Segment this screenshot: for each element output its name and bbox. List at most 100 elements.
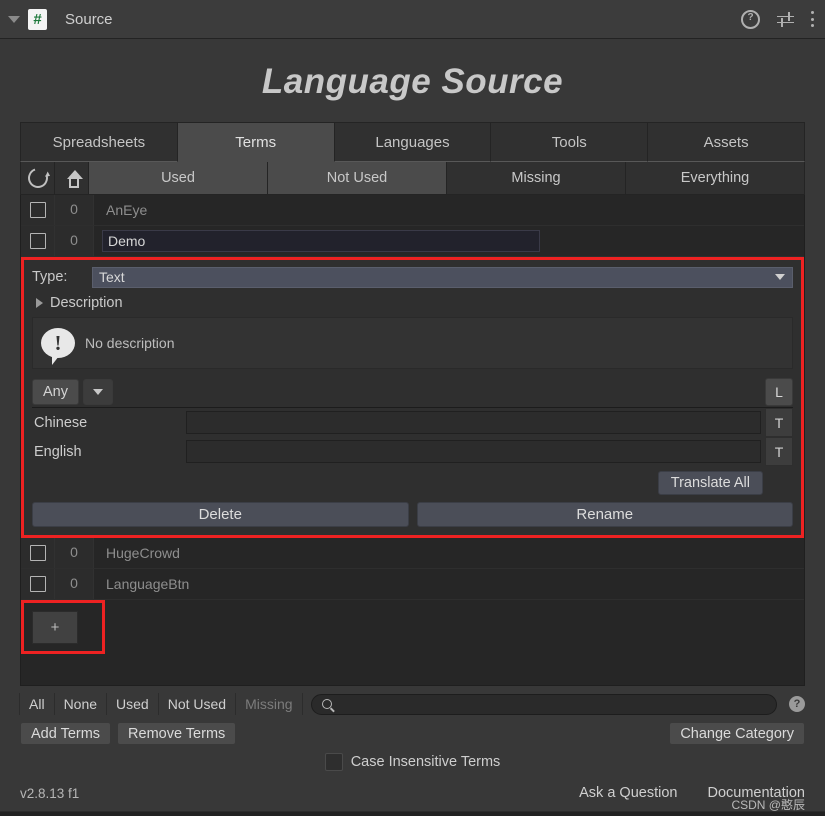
table-row[interactable]: 0 LanguageBtn [21,569,804,600]
translate-button-chinese[interactable]: T [765,408,793,437]
case-insensitive-row[interactable]: Case Insensitive Terms [20,753,805,771]
delete-button[interactable]: Delete [32,502,409,527]
category-any-tab[interactable]: Any [32,379,79,405]
row-checkbox-cell[interactable] [21,195,55,225]
component-foldout-icon[interactable] [8,15,20,23]
help-circle-icon[interactable]: ? [789,696,805,712]
main-tabs: Spreadsheets Terms Languages Tools Asset… [20,122,805,162]
search-icon [321,699,332,709]
row-checkbox[interactable] [29,576,46,592]
remove-terms-button[interactable]: Remove Terms [117,722,237,745]
description-foldout[interactable]: Description [32,293,793,313]
refresh-button[interactable] [21,162,55,194]
terms-list: 0 AnEye 0 Type: Text [20,195,805,686]
search-input[interactable] [310,693,777,715]
tab-languages[interactable]: Languages [333,122,492,162]
select-missing-button[interactable]: Missing [235,693,303,715]
row-term-name[interactable]: AnEye [94,202,804,218]
row-checkbox[interactable] [29,233,46,249]
selection-filter-row: All None Used Not Used Missing ? [19,692,805,716]
detail-action-row: Delete Rename [32,500,793,527]
table-row[interactable]: 0 HugeCrowd [21,538,804,569]
header-icon-group [741,9,815,29]
version-label: v2.8.13 f1 [20,786,80,801]
case-insensitive-label: Case Insensitive Terms [350,754,501,770]
upload-button[interactable] [55,162,89,194]
table-row[interactable]: 0 [21,226,804,257]
row-checkbox-cell[interactable] [21,538,55,568]
term-name-input[interactable] [102,230,540,252]
chevron-down-icon [93,389,103,395]
watermark: CSDN @憨辰 [731,798,805,812]
tab-spreadsheets[interactable]: Spreadsheets [20,122,178,162]
term-type-row: Type: Text [32,266,793,288]
translation-input-chinese[interactable] [186,411,761,434]
table-row[interactable]: 0 AnEye [21,195,804,226]
ask-a-question-link[interactable]: Ask a Question [579,785,677,801]
row-usage-count: 0 [55,538,94,568]
row-checkbox[interactable] [29,545,46,561]
tab-assets[interactable]: Assets [647,122,805,162]
triangle-right-icon [36,298,43,308]
term-detail-panel: Type: Text Description No description An… [21,257,804,538]
translate-all-row: Translate All [32,466,793,500]
case-insensitive-checkbox[interactable] [324,753,343,771]
speech-bubble-exclamation-icon [41,328,75,365]
language-source-inspector: Source Language Source Spreadsheets Term… [0,0,825,816]
select-not-used-button[interactable]: Not Used [157,693,237,715]
component-header: Source [0,0,825,39]
upload-icon [64,169,83,188]
window-bottom-edge [0,811,825,816]
rename-button[interactable]: Rename [416,502,793,527]
tab-terms[interactable]: Terms [176,122,335,162]
translation-input-english[interactable] [186,440,761,463]
filter-not-used[interactable]: Not Used [268,162,447,194]
change-category-button[interactable]: Change Category [669,722,805,745]
row-checkbox-cell[interactable] [21,569,55,599]
add-term-button[interactable]: + [32,610,78,644]
type-dropdown[interactable]: Text [92,266,793,288]
translate-all-button[interactable]: Translate All [657,471,763,495]
tab-tools[interactable]: Tools [490,122,649,162]
language-name: English [34,443,82,460]
footer: v2.8.13 f1 Ask a Question Documentation … [0,771,825,812]
row-term-name[interactable]: LanguageBtn [94,576,804,592]
no-description-text: No description [85,335,175,351]
preset-sliders-icon[interactable] [777,11,794,27]
help-icon[interactable] [741,9,760,29]
list-empty-area [21,654,804,685]
add-terms-button[interactable]: Add Terms [20,722,112,745]
type-label: Type: [32,269,68,285]
select-all-button[interactable]: All [19,693,55,715]
select-none-button[interactable]: None [53,693,108,715]
csharp-script-icon [28,8,47,30]
filter-missing[interactable]: Missing [447,162,626,194]
filter-toolbar: Used Not Used Missing Everything [20,162,805,195]
select-used-button[interactable]: Used [106,693,159,715]
row-usage-count: 0 [55,569,94,599]
refresh-icon [24,164,51,192]
panel-body: Spreadsheets Terms Languages Tools Asset… [0,122,825,686]
language-name: Chinese [34,414,88,431]
chevron-down-icon [775,274,785,280]
component-title: Source [65,10,113,28]
languages-button[interactable]: L [765,378,793,406]
add-term-highlight: + [21,600,105,654]
filter-used[interactable]: Used [89,162,268,194]
row-usage-count: 0 [55,195,94,225]
row-usage-count: 0 [55,226,94,256]
category-dropdown-button[interactable] [83,379,113,405]
translate-button-english[interactable]: T [765,437,793,466]
term-actions-row: Add Terms Remove Terms Change Category [20,722,805,745]
bottom-toolbar: All None Used Not Used Missing ? Add Ter… [0,686,825,771]
language-row: Chinese T [32,408,793,437]
page-title: Language Source [261,62,564,101]
description-label: Description [50,295,123,311]
no-description-helpbox: No description [32,317,793,369]
row-checkbox-cell[interactable] [21,226,55,256]
type-value: Text [99,269,125,285]
filter-everything[interactable]: Everything [626,162,804,194]
row-checkbox[interactable] [29,202,46,218]
kebab-menu-icon[interactable] [811,11,815,27]
row-term-name[interactable]: HugeCrowd [94,545,804,561]
